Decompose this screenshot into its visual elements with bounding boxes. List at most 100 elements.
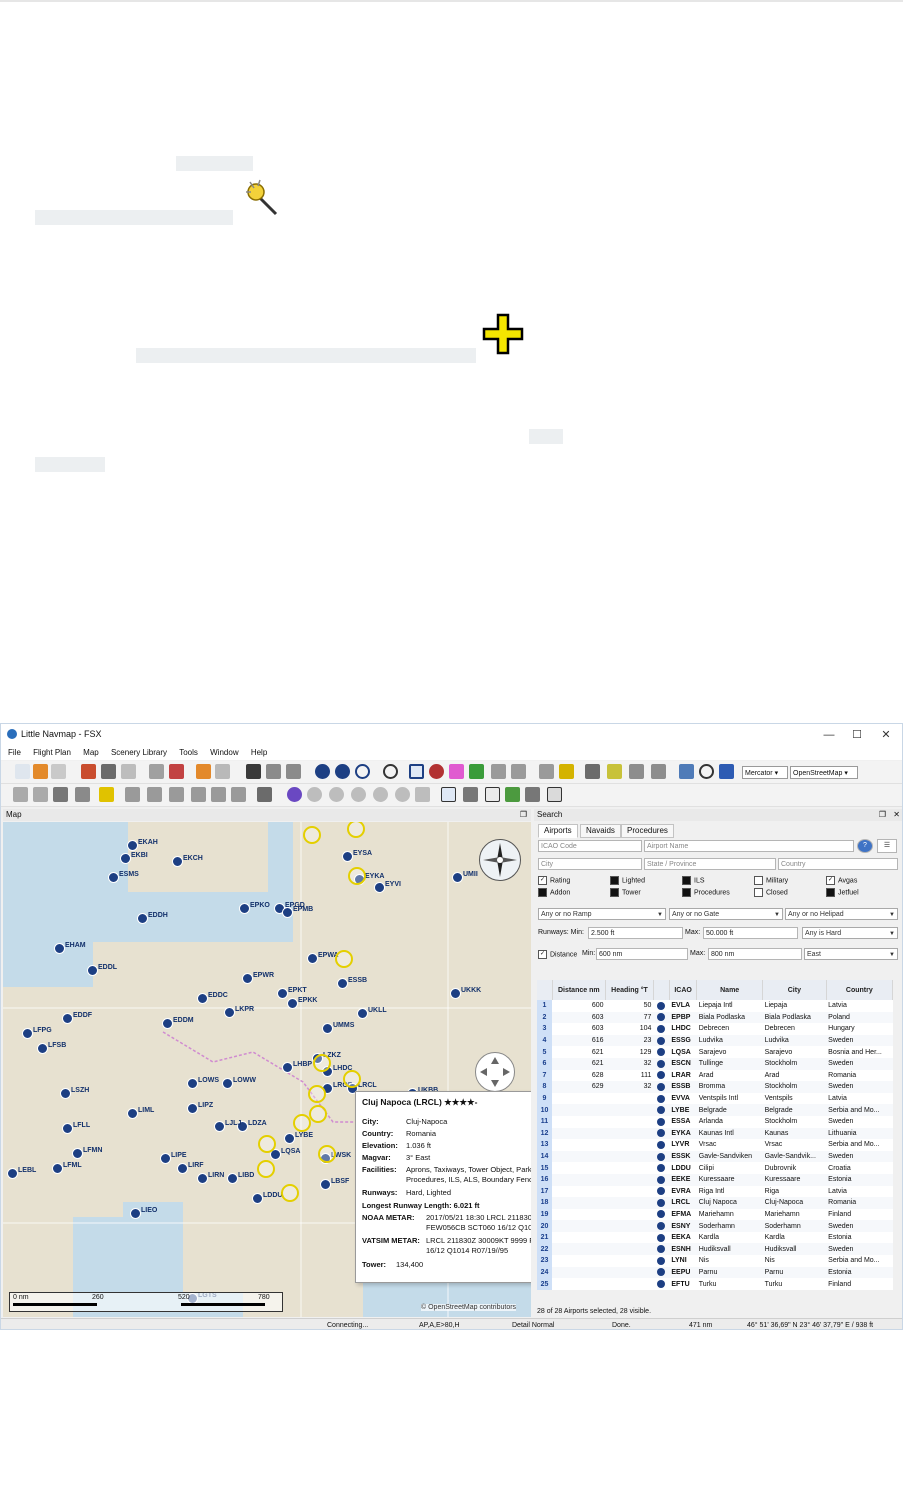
highlighted-airport-ring[interactable] xyxy=(308,1085,326,1103)
airport-marker[interactable] xyxy=(160,1153,171,1164)
airport-marker[interactable] xyxy=(177,1163,188,1174)
route-calc-1-icon[interactable] xyxy=(125,787,140,802)
airport-marker[interactable] xyxy=(287,998,298,1009)
airport-marker[interactable] xyxy=(72,1148,83,1159)
checkbox-military[interactable]: Military xyxy=(754,876,788,885)
airport-marker[interactable] xyxy=(120,853,131,864)
search-icon[interactable] xyxy=(441,787,456,802)
city-input[interactable]: City xyxy=(538,858,642,870)
aircraft-center-icon[interactable] xyxy=(607,764,622,779)
airport-marker[interactable] xyxy=(342,851,353,862)
airport-marker[interactable] xyxy=(52,1163,63,1174)
airport-marker[interactable] xyxy=(374,882,385,893)
close-button[interactable]: ✕ xyxy=(873,726,899,744)
jet-airway-icon[interactable] xyxy=(511,764,526,779)
table-row[interactable]: 11 ESSA Arlanda Stockholm Sweden xyxy=(537,1115,893,1128)
map-dock-float-icon[interactable]: ❐ xyxy=(520,809,527,821)
table-row[interactable]: 1 600 50 EVLA Liepaja Intl Liepaja Latvia xyxy=(537,1000,893,1012)
airport-marker[interactable] xyxy=(197,993,208,1004)
highlighted-airport-ring[interactable] xyxy=(303,826,321,844)
highlighted-airport-ring[interactable] xyxy=(309,1105,327,1123)
highlighted-airport-ring[interactable] xyxy=(293,1114,311,1132)
distance-4-icon[interactable] xyxy=(373,787,388,802)
distance-6-icon[interactable] xyxy=(415,787,430,802)
route-calc-6-icon[interactable] xyxy=(231,787,246,802)
menu-icon[interactable]: ☰ xyxy=(877,839,897,853)
table-row[interactable]: 14 ESSK Gavle-Sandviken Gavle-Sandvik... Swe… xyxy=(537,1150,893,1163)
info-icon[interactable] xyxy=(485,787,500,802)
profile-icon[interactable] xyxy=(505,787,520,802)
theme-select[interactable]: OpenStreetMap ▾ xyxy=(790,766,858,779)
airport-marker[interactable] xyxy=(108,872,119,883)
distance-2-icon[interactable] xyxy=(329,787,344,802)
table-row[interactable]: 20 ESNY Soderhamn Soderhamn Sweden xyxy=(537,1220,893,1232)
calc-icon[interactable] xyxy=(53,787,68,802)
airport-marker[interactable] xyxy=(227,1173,238,1184)
airport-icon[interactable] xyxy=(315,764,330,779)
checkbox-rating[interactable]: ✓ Rating xyxy=(538,876,570,885)
airport-marker[interactable] xyxy=(137,913,148,924)
col-index[interactable] xyxy=(537,980,553,1000)
menu-tools[interactable]: Tools xyxy=(179,746,198,760)
col-distance[interactable]: Distance nm xyxy=(552,980,607,1000)
table-row[interactable]: 24 EEPU Parnu Parnu Estonia xyxy=(537,1266,893,1279)
airport-name-input[interactable]: Airport Name xyxy=(644,840,854,852)
table-row[interactable]: 15 LDDU Cilipi Dubrovnik Croatia xyxy=(537,1162,893,1174)
airport-marker[interactable] xyxy=(307,953,318,964)
distance-checkbox[interactable]: ✓ Distance xyxy=(538,950,577,959)
table-row[interactable]: 2 603 77 EPBP Biala Podlaska Biala Podlaska Po… xyxy=(537,1011,893,1024)
table-row[interactable]: 12 EYKA Kaunas Intl Kaunas Lithuania xyxy=(537,1127,893,1140)
select-departure-icon[interactable] xyxy=(75,787,90,802)
grid-icon[interactable] xyxy=(679,764,694,779)
airport-addon-icon[interactable] xyxy=(383,764,398,779)
col-icao[interactable]: ICAO xyxy=(669,980,698,1000)
tab-airports[interactable]: Airports xyxy=(538,824,578,838)
tab-navaids[interactable]: Navaids xyxy=(580,824,621,838)
table-row[interactable]: 22 ESNH Hudiksvall Hudiksvall Sweden xyxy=(537,1243,893,1256)
airport-marker[interactable] xyxy=(277,988,288,999)
redo-icon[interactable] xyxy=(33,787,48,802)
plan-icon[interactable] xyxy=(149,764,164,779)
checkbox-avgas[interactable]: ✓ Avgas xyxy=(826,876,857,885)
airport-marker[interactable] xyxy=(7,1168,18,1179)
hillshade-icon[interactable] xyxy=(719,764,734,779)
airport-marker[interactable] xyxy=(214,1121,225,1132)
center-icon[interactable] xyxy=(101,764,116,779)
zoom-fit-icon[interactable] xyxy=(286,764,301,779)
distance-5-icon[interactable] xyxy=(395,787,410,802)
airport-marker[interactable] xyxy=(197,1173,208,1184)
map-view[interactable]: EKAH EKCH EKBI ESMS EYSA EYKA EYVI UMII EPKO EPGD… xyxy=(3,822,531,1317)
pan-control[interactable] xyxy=(475,1052,515,1092)
back-icon[interactable] xyxy=(196,764,211,779)
airport-marker[interactable] xyxy=(284,1133,295,1144)
highlighted-airport-ring[interactable] xyxy=(313,1054,331,1072)
ndb-icon[interactable] xyxy=(429,764,444,779)
airport-marker[interactable] xyxy=(22,1028,33,1039)
country-input[interactable]: Country xyxy=(778,858,898,870)
col-city[interactable]: City xyxy=(762,980,827,1000)
highlighted-airport-ring[interactable] xyxy=(318,1145,336,1163)
airport-marker[interactable] xyxy=(222,1078,233,1089)
airport-marker[interactable] xyxy=(187,1078,198,1089)
select-destination-icon[interactable] xyxy=(99,787,114,802)
route-calc-3-icon[interactable] xyxy=(169,787,184,802)
city-icon[interactable] xyxy=(699,764,714,779)
highlighted-airport-ring[interactable] xyxy=(258,1135,276,1153)
forward-icon[interactable] xyxy=(215,764,230,779)
col-country[interactable]: Country xyxy=(826,980,894,1000)
open-icon[interactable] xyxy=(33,764,48,779)
table-row[interactable]: 16 EEKE Kuressaare Kuressaare Estonia xyxy=(537,1173,893,1186)
airport-marker[interactable] xyxy=(282,1062,293,1073)
airport-marker[interactable] xyxy=(127,840,138,851)
col-heading[interactable]: Heading °T xyxy=(605,980,654,1000)
airport-marker[interactable] xyxy=(452,872,463,883)
col-name[interactable]: Name xyxy=(696,980,764,1000)
airport-marker[interactable] xyxy=(224,1007,235,1018)
distance-1-icon[interactable] xyxy=(307,787,322,802)
airport-empty-icon[interactable] xyxy=(355,764,370,779)
airport-marker[interactable] xyxy=(162,1018,173,1029)
reverse-route-icon[interactable] xyxy=(257,787,272,802)
airport-soft-icon[interactable] xyxy=(335,764,350,779)
airport-marker[interactable] xyxy=(127,1108,138,1119)
table-row[interactable]: 5 621 129 LQSA Sarajevo Sarajevo Bosnia and He… xyxy=(537,1046,893,1058)
